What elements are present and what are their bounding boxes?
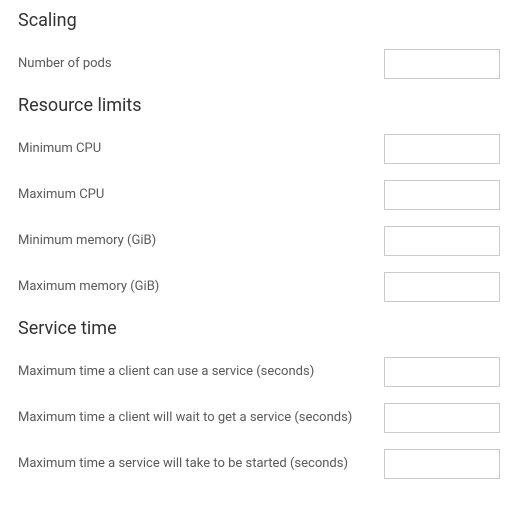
resource-limits-heading: Resource limits — [18, 95, 500, 116]
max-start-time-label: Maximum time a service will take to be s… — [18, 455, 384, 473]
max-use-time-row: Maximum time a client can use a service … — [18, 357, 500, 387]
number-of-pods-row: Number of pods — [18, 49, 500, 79]
minimum-cpu-row: Minimum CPU — [18, 134, 500, 164]
maximum-memory-label: Maximum memory (GiB) — [18, 278, 384, 296]
minimum-memory-row: Minimum memory (GiB) — [18, 226, 500, 256]
max-use-time-input[interactable] — [385, 358, 518, 386]
scaling-section: Scaling Number of pods — [18, 10, 500, 79]
max-wait-time-label: Maximum time a client will wait to get a… — [18, 409, 384, 427]
resource-limits-section: Resource limits Minimum CPU Maximum CPU … — [18, 95, 500, 302]
max-wait-time-stepper[interactable] — [384, 403, 500, 433]
max-wait-time-input[interactable] — [385, 404, 518, 432]
max-start-time-stepper[interactable] — [384, 449, 500, 479]
number-of-pods-input[interactable] — [385, 50, 518, 78]
service-time-section: Service time Maximum time a client can u… — [18, 318, 500, 479]
scaling-heading: Scaling — [18, 10, 500, 31]
max-start-time-input[interactable] — [385, 450, 518, 478]
maximum-memory-stepper[interactable] — [384, 272, 500, 302]
maximum-memory-row: Maximum memory (GiB) — [18, 272, 500, 302]
minimum-cpu-label: Minimum CPU — [18, 140, 384, 158]
minimum-memory-stepper[interactable] — [384, 226, 500, 256]
max-wait-time-row: Maximum time a client will wait to get a… — [18, 403, 500, 433]
max-use-time-stepper[interactable] — [384, 357, 500, 387]
minimum-cpu-stepper[interactable] — [384, 134, 500, 164]
number-of-pods-label: Number of pods — [18, 55, 384, 73]
maximum-cpu-input[interactable] — [385, 181, 518, 209]
service-time-heading: Service time — [18, 318, 500, 339]
minimum-memory-label: Minimum memory (GiB) — [18, 232, 384, 250]
maximum-cpu-row: Maximum CPU — [18, 180, 500, 210]
maximum-memory-input[interactable] — [385, 273, 518, 301]
minimum-cpu-input[interactable] — [385, 135, 518, 163]
number-of-pods-stepper[interactable] — [384, 49, 500, 79]
max-start-time-row: Maximum time a service will take to be s… — [18, 449, 500, 479]
max-use-time-label: Maximum time a client can use a service … — [18, 363, 384, 381]
maximum-cpu-label: Maximum CPU — [18, 186, 384, 204]
minimum-memory-input[interactable] — [385, 227, 518, 255]
maximum-cpu-stepper[interactable] — [384, 180, 500, 210]
